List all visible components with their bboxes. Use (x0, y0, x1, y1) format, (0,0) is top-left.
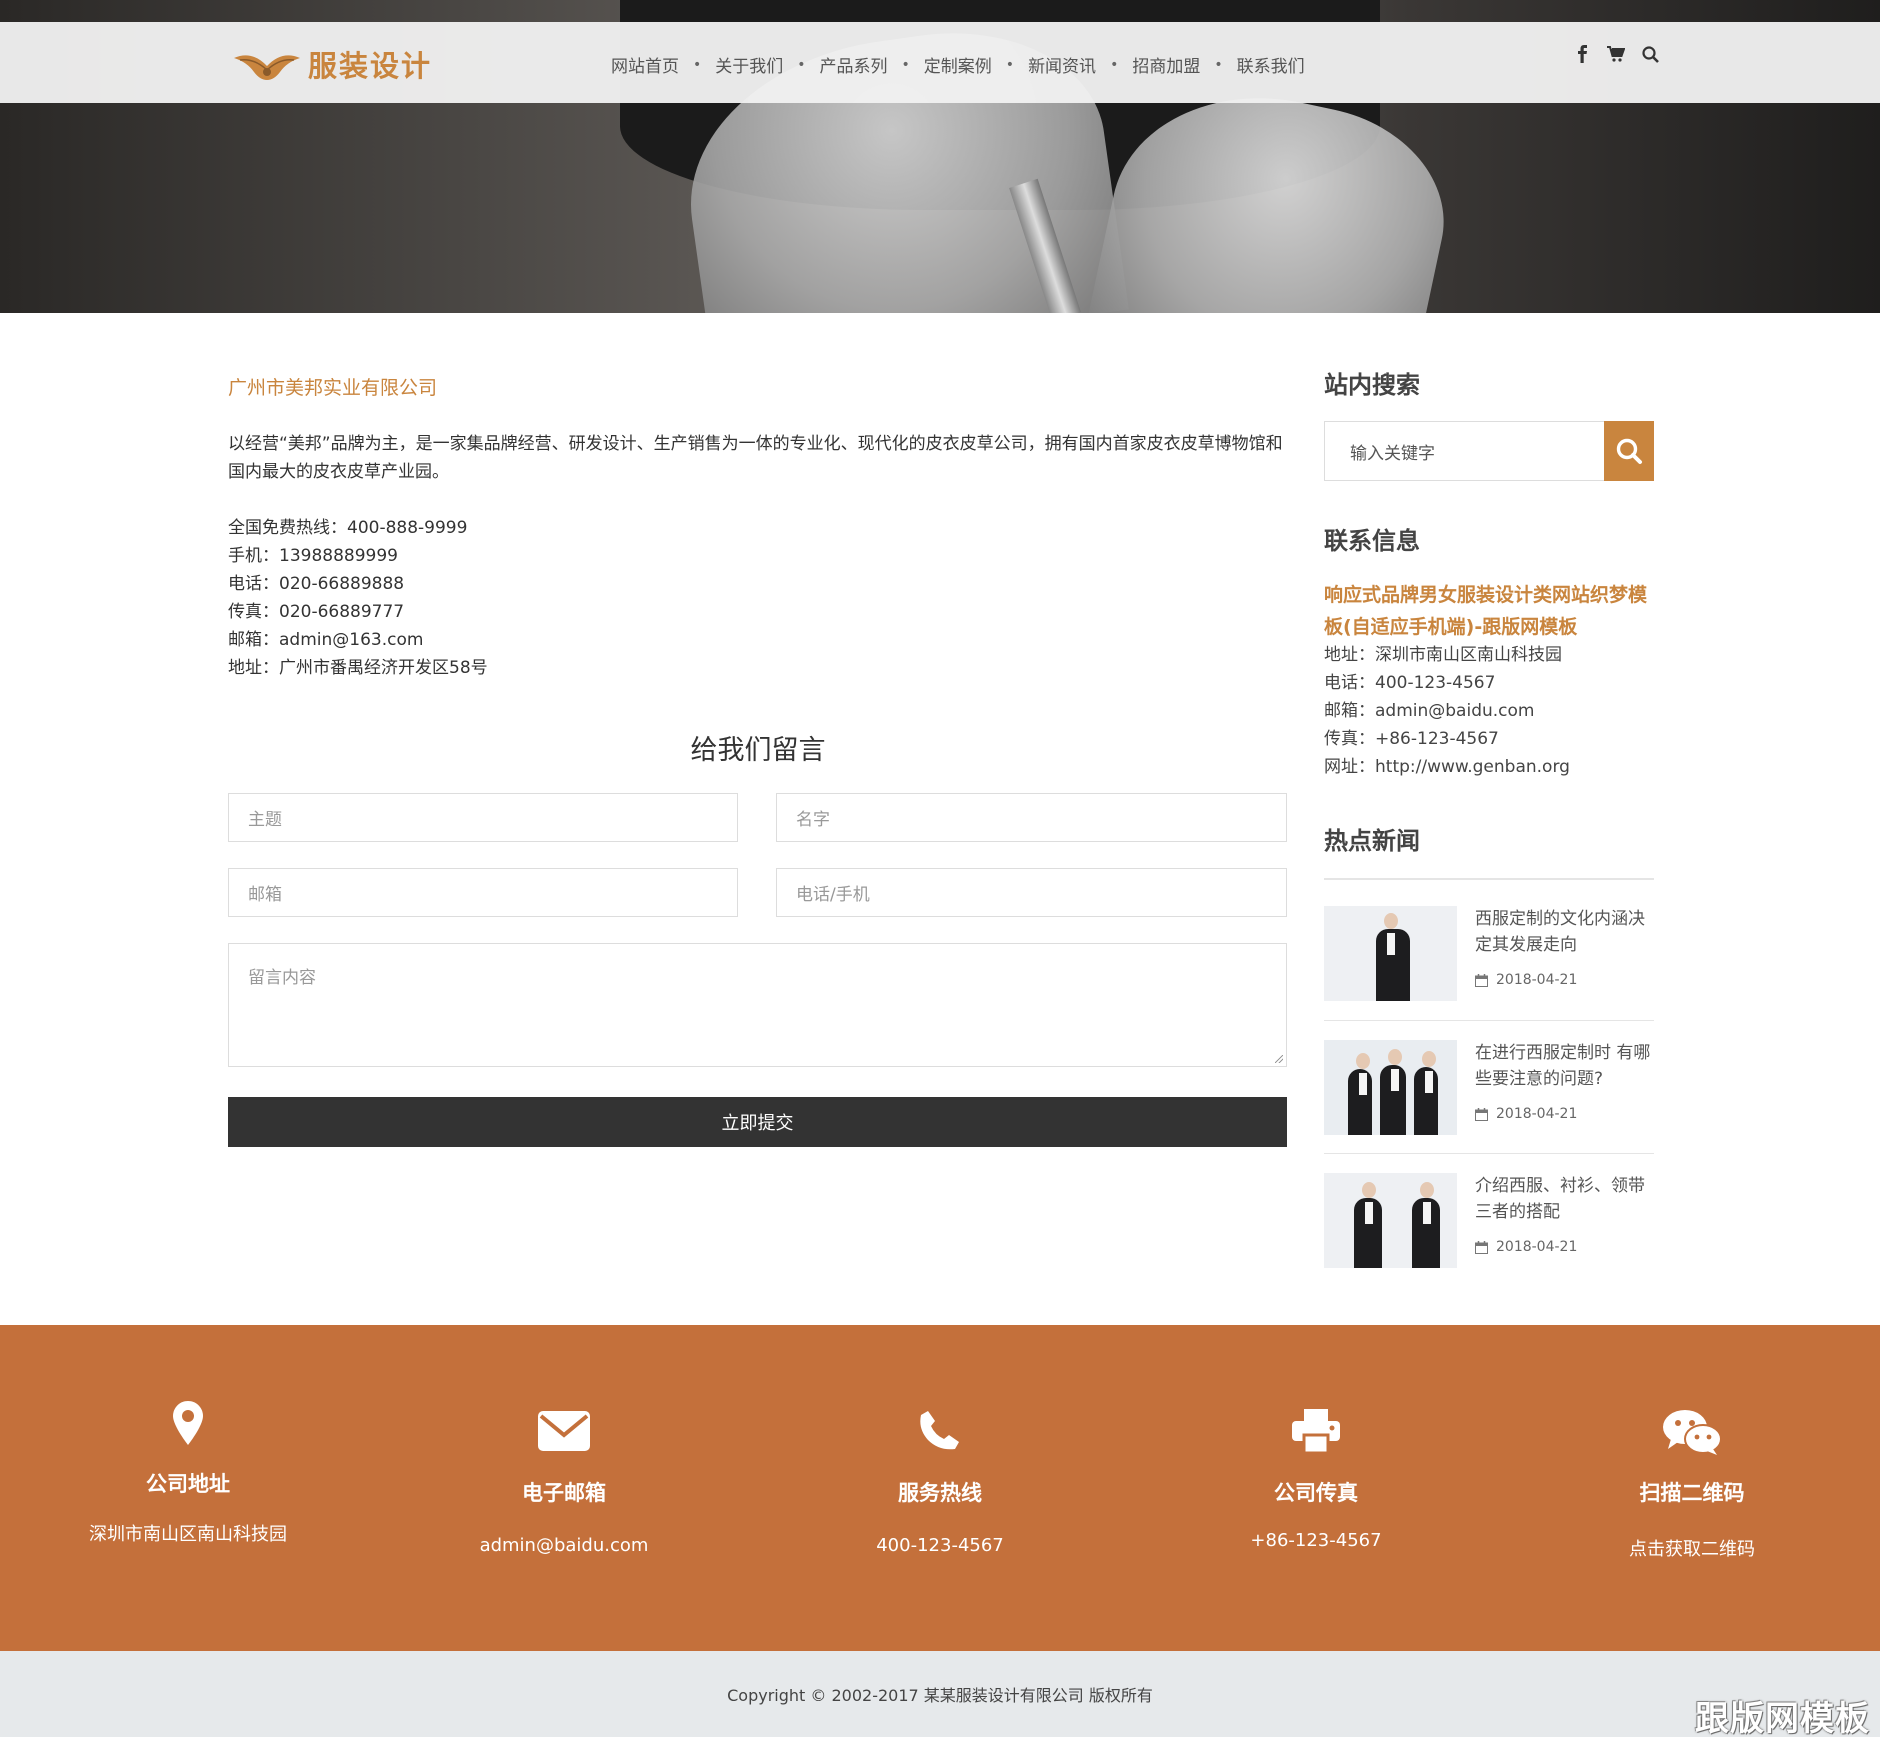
copyright-bar: Copyright © 2002-2017 某某服装设计有限公司 版权所有 (0, 1651, 1880, 1737)
footer-value: 深圳市南山区南山科技园 (89, 1524, 287, 1545)
site-footer: 公司地址 深圳市南山区南山科技园 电子邮箱 admin@baidu.com 服务… (0, 1325, 1880, 1651)
name-input[interactable]: 名字 (776, 793, 1287, 842)
footer-label: 扫描二维码 (1639, 1481, 1745, 1505)
calendar-icon (1475, 973, 1488, 987)
news-title[interactable]: 介绍西服、衬衫、领带三者的搭配 (1475, 1173, 1653, 1225)
calendar-icon (1475, 1107, 1488, 1121)
watermark-logo: 跟版网模板 (1695, 1699, 1870, 1737)
news-thumbnail[interactable] (1324, 906, 1457, 1001)
nav-item-products[interactable]: 产品系列 (820, 52, 888, 77)
footer-label: 公司地址 (146, 1472, 230, 1496)
envelope-icon (376, 1411, 752, 1451)
message-placeholder: 留言内容 (248, 968, 316, 988)
news-divider (1324, 1153, 1654, 1154)
submit-button[interactable]: 立即提交 (228, 1097, 1287, 1147)
footer-label: 公司传真 (1274, 1481, 1358, 1505)
company-name: 广州市美邦实业有限公司 (228, 377, 438, 399)
logo-text: 服装设计 (308, 49, 433, 83)
nav-separator: • (1110, 56, 1119, 73)
search-heading: 站内搜索 (1324, 371, 1420, 399)
contact-fax: 传真：020-66889777 (228, 602, 405, 622)
contact-heading: 联系信息 (1324, 527, 1420, 555)
search-icon (1616, 438, 1642, 464)
nav-separator: • (1214, 56, 1223, 73)
news-title[interactable]: 在进行西服定制时 有哪些要注意的问题? (1475, 1040, 1653, 1092)
site-search-input[interactable]: 输入关键字 (1324, 421, 1605, 481)
footer-value: +86-123-4567 (1250, 1530, 1382, 1551)
contact-hotline: 全国免费热线：400-888-9999 (228, 518, 468, 538)
news-date-text: 2018-04-21 (1496, 1106, 1578, 1122)
footer-value[interactable]: admin@baidu.com (376, 1535, 752, 1556)
nav-item-home[interactable]: 网站首页 (611, 52, 679, 77)
news-date-text: 2018-04-21 (1496, 972, 1578, 988)
news-date-text: 2018-04-21 (1496, 1239, 1578, 1255)
message-form-title: 给我们留言 (690, 735, 826, 766)
site-search-button[interactable] (1604, 421, 1654, 481)
contact-list: 全国免费热线：400-888-9999 手机：13988889999 电话：02… (228, 514, 488, 682)
nav-item-about[interactable]: 关于我们 (715, 52, 783, 77)
news-thumbnail[interactable] (1324, 1040, 1457, 1135)
news-date: 2018-04-21 (1475, 1106, 1577, 1122)
info-website: 网址：http://www.genban.org (1324, 757, 1570, 777)
contact-email: 邮箱：admin@163.com (228, 630, 424, 650)
printer-icon (1128, 1409, 1504, 1453)
company-intro: 以经营“美邦”品牌为主，是一家集品牌经营、研发设计、生产销售为一体的专业化、现代… (228, 434, 1283, 482)
info-email: 邮箱：admin@baidu.com (1324, 701, 1535, 721)
map-pin-icon (0, 1401, 376, 1445)
news-item[interactable]: 介绍西服、衬衫、领带三者的搭配 2018-04-21 (1324, 1173, 1654, 1268)
news-date: 2018-04-21 (1475, 1239, 1577, 1255)
info-address: 地址：深圳市南山区南山科技园 (1324, 645, 1562, 665)
logo-crown-icon (234, 55, 300, 80)
subject-input[interactable]: 主题 (228, 793, 738, 842)
resize-handle[interactable] (1275, 1055, 1283, 1063)
news-thumbnail[interactable] (1324, 1173, 1457, 1268)
news-heading: 热点新闻 (1324, 827, 1420, 855)
nav-separator: • (693, 56, 702, 73)
nav-separator: • (901, 56, 910, 73)
contact-mobile: 手机：13988889999 (228, 546, 398, 566)
message-textarea[interactable]: 留言内容 (228, 943, 1287, 1067)
main-nav: 网站首页 • 关于我们 • 产品系列 • 定制案例 • 新闻资讯 • 招商加盟 … (611, 52, 1305, 78)
phone-input[interactable]: 电话/手机 (776, 868, 1287, 917)
phone-icon (752, 1409, 1128, 1451)
news-date: 2018-04-21 (1475, 972, 1577, 988)
contact-phone: 电话：020-66889888 (228, 574, 405, 594)
site-header: 服装设计 网站首页 • 关于我们 • 产品系列 • 定制案例 • 新闻资讯 • … (0, 22, 1880, 103)
contact-address: 地址：广州市番禺经济开发区58号 (228, 658, 488, 678)
nav-item-news[interactable]: 新闻资讯 (1028, 52, 1096, 77)
nav-item-contact[interactable]: 联系我们 (1237, 52, 1305, 77)
footer-value: 400-123-4567 (876, 1535, 1004, 1556)
info-phone: 电话：400-123-4567 (1324, 673, 1496, 693)
nav-item-cases[interactable]: 定制案例 (924, 52, 992, 77)
footer-value[interactable]: 点击获取二维码 (1504, 1535, 1880, 1561)
cart-icon[interactable] (1606, 44, 1626, 64)
facebook-icon[interactable] (1572, 44, 1592, 64)
nav-item-franchise[interactable]: 招商加盟 (1132, 52, 1200, 77)
search-icon[interactable] (1640, 44, 1660, 64)
contact-info-list: 地址：深圳市南山区南山科技园 电话：400-123-4567 邮箱：admin@… (1324, 641, 1570, 781)
footer-label: 电子邮箱 (522, 1481, 606, 1505)
site-logo[interactable]: 服装设计 (232, 42, 432, 86)
news-title[interactable]: 西服定制的文化内涵决定其发展走向 (1475, 906, 1653, 958)
nav-separator: • (1005, 56, 1015, 73)
news-item[interactable]: 在进行西服定制时 有哪些要注意的问题? 2018-04-21 (1324, 1040, 1654, 1135)
header-icons (1572, 44, 1660, 64)
calendar-icon (1475, 1240, 1488, 1254)
footer-label: 服务热线 (898, 1481, 982, 1505)
copyright-text: Copyright © 2002-2017 某某服装设计有限公司 版权所有 (727, 1686, 1153, 1705)
news-heading-rule (1324, 878, 1654, 880)
contact-info-title[interactable]: 响应式品牌男女服装设计类网站织梦模板(自适应手机端)-跟版网模板 (1324, 579, 1654, 643)
wechat-icon (1504, 1409, 1880, 1455)
news-item[interactable]: 西服定制的文化内涵决定其发展走向 2018-04-21 (1324, 906, 1654, 1001)
nav-separator: • (797, 56, 806, 73)
info-fax: 传真：+86-123-4567 (1324, 729, 1499, 749)
news-divider (1324, 1020, 1654, 1021)
email-input[interactable]: 邮箱 (228, 868, 738, 917)
